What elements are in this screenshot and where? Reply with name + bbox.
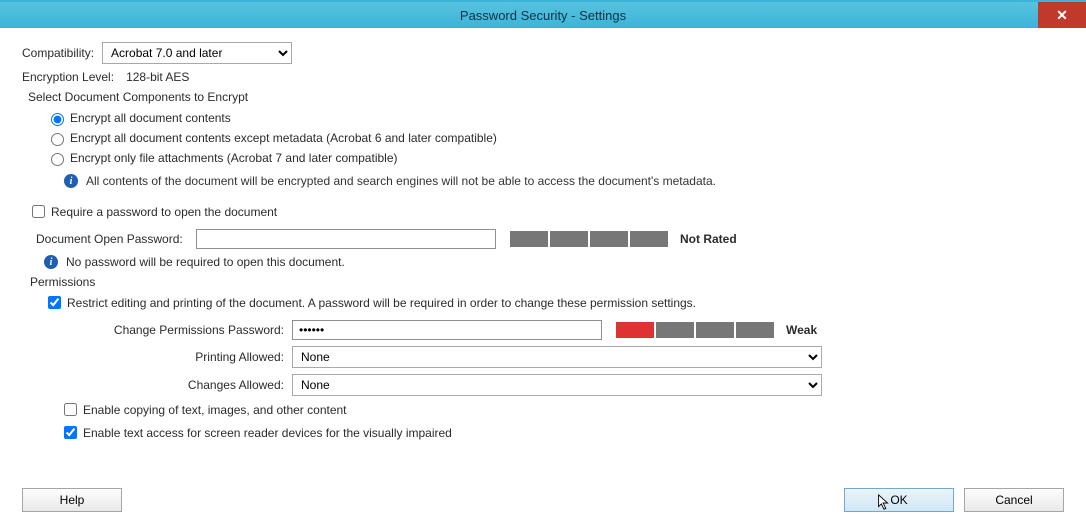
ok-button[interactable]: OK xyxy=(844,488,954,512)
doc-open-password-label: Document Open Password: xyxy=(36,232,196,246)
compatibility-label: Compatibility: xyxy=(22,46,94,60)
printing-allowed-select[interactable]: None xyxy=(292,346,822,368)
encrypt-all-radio[interactable] xyxy=(51,113,64,126)
encrypt-attachments-label: Encrypt only file attachments (Acrobat 7… xyxy=(70,151,398,165)
open-password-info: No password will be required to open thi… xyxy=(66,255,345,269)
components-info-text: All contents of the document will be enc… xyxy=(86,174,716,188)
components-group-title: Select Document Components to Encrypt xyxy=(28,90,1064,104)
perm-pw-strength-meter: Weak xyxy=(616,322,817,338)
printing-allowed-label: Printing Allowed: xyxy=(62,350,292,364)
window-title: Password Security - Settings xyxy=(460,8,626,23)
title-bar: Password Security - Settings ✕ xyxy=(0,2,1086,28)
cancel-button[interactable]: Cancel xyxy=(964,488,1064,512)
changes-allowed-label: Changes Allowed: xyxy=(62,378,292,392)
enable-screen-reader-label: Enable text access for screen reader dev… xyxy=(83,426,452,440)
restrict-editing-checkbox[interactable] xyxy=(48,296,61,309)
doc-open-password-input[interactable] xyxy=(196,229,496,249)
encrypt-all-label: Encrypt all document contents xyxy=(70,111,231,125)
open-pw-strength-text: Not Rated xyxy=(680,232,737,246)
info-icon: i xyxy=(64,174,78,188)
open-pw-strength-meter: Not Rated xyxy=(510,231,737,247)
encrypt-except-meta-radio[interactable] xyxy=(51,133,64,146)
components-group: Select Document Components to Encrypt En… xyxy=(28,90,1064,188)
permissions-header: Permissions xyxy=(30,275,1064,289)
encryption-level-label: Encryption Level: xyxy=(22,70,114,84)
info-icon: i xyxy=(44,255,58,269)
enable-copy-checkbox[interactable] xyxy=(64,403,77,416)
enable-copy-label: Enable copying of text, images, and othe… xyxy=(83,403,347,417)
changes-allowed-select[interactable]: None xyxy=(292,374,822,396)
require-open-password-checkbox[interactable] xyxy=(32,205,45,218)
compatibility-select[interactable]: Acrobat 7.0 and later xyxy=(102,42,292,64)
change-permissions-pw-label: Change Permissions Password: xyxy=(62,323,292,337)
change-permissions-pw-input[interactable] xyxy=(292,320,602,340)
encrypt-attachments-radio[interactable] xyxy=(51,153,64,166)
encrypt-except-meta-label: Encrypt all document contents except met… xyxy=(70,131,497,145)
help-button[interactable]: Help xyxy=(22,488,122,512)
close-button[interactable]: ✕ xyxy=(1038,2,1086,28)
close-icon: ✕ xyxy=(1056,7,1068,24)
encryption-level-value: 128-bit AES xyxy=(126,70,189,84)
perm-pw-strength-text: Weak xyxy=(786,323,817,337)
require-open-password-label: Require a password to open the document xyxy=(51,205,277,219)
enable-screen-reader-checkbox[interactable] xyxy=(64,426,77,439)
restrict-editing-label: Restrict editing and printing of the doc… xyxy=(67,296,696,310)
